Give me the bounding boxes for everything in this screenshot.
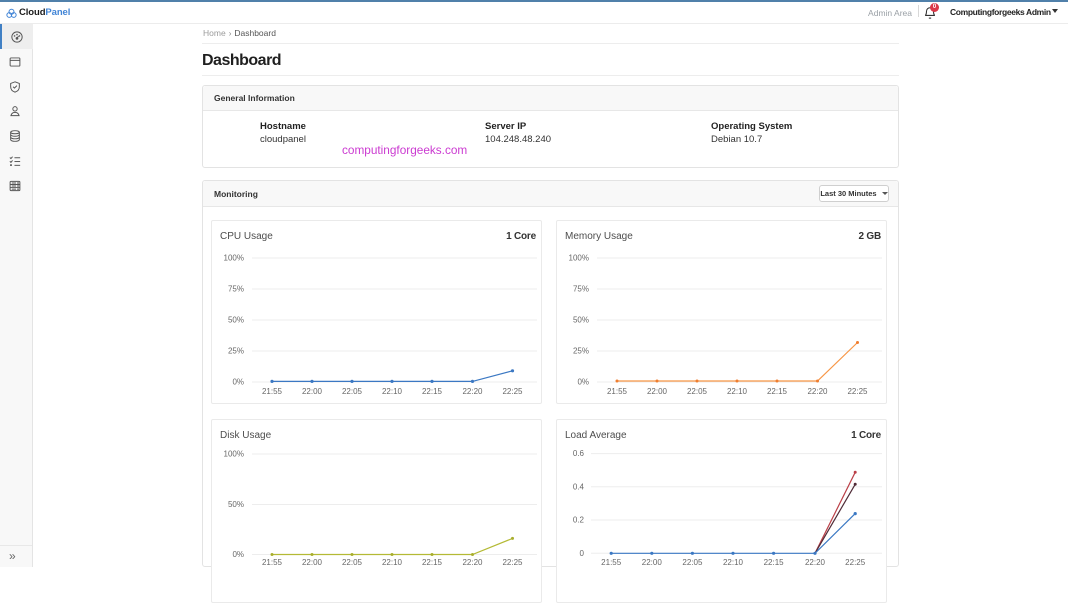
svg-text:22:15: 22:15 xyxy=(767,387,788,396)
svg-text:100%: 100% xyxy=(569,254,589,263)
svg-text:22:10: 22:10 xyxy=(723,558,744,567)
svg-text:22:15: 22:15 xyxy=(422,558,443,567)
svg-text:100%: 100% xyxy=(224,254,244,263)
svg-text:21:55: 21:55 xyxy=(262,387,283,396)
svg-text:0.2: 0.2 xyxy=(573,516,585,525)
svg-text:100%: 100% xyxy=(224,450,244,459)
svg-text:75%: 75% xyxy=(573,285,589,294)
svg-text:22:20: 22:20 xyxy=(462,558,483,567)
svg-text:22:20: 22:20 xyxy=(807,387,828,396)
svg-text:22:25: 22:25 xyxy=(502,558,523,567)
svg-text:0.6: 0.6 xyxy=(573,449,585,458)
svg-text:22:05: 22:05 xyxy=(342,558,363,567)
svg-text:22:10: 22:10 xyxy=(727,387,748,396)
svg-text:25%: 25% xyxy=(228,347,244,356)
svg-text:22:00: 22:00 xyxy=(642,558,663,567)
svg-text:22:10: 22:10 xyxy=(382,558,403,567)
svg-text:50%: 50% xyxy=(573,316,589,325)
svg-text:22:05: 22:05 xyxy=(687,387,708,396)
svg-text:22:05: 22:05 xyxy=(342,387,363,396)
svg-text:22:00: 22:00 xyxy=(647,387,668,396)
svg-text:22:25: 22:25 xyxy=(502,387,523,396)
svg-text:21:55: 21:55 xyxy=(601,558,622,567)
svg-text:22:15: 22:15 xyxy=(764,558,785,567)
svg-text:22:20: 22:20 xyxy=(805,558,826,567)
svg-text:22:05: 22:05 xyxy=(682,558,703,567)
svg-text:25%: 25% xyxy=(573,347,589,356)
svg-text:22:25: 22:25 xyxy=(845,558,866,567)
svg-text:21:55: 21:55 xyxy=(262,558,283,567)
svg-text:75%: 75% xyxy=(228,285,244,294)
svg-text:0.4: 0.4 xyxy=(573,482,585,491)
svg-text:0: 0 xyxy=(580,549,585,558)
svg-text:22:25: 22:25 xyxy=(847,387,868,396)
svg-text:50%: 50% xyxy=(228,500,244,509)
svg-text:22:15: 22:15 xyxy=(422,387,443,396)
svg-text:0%: 0% xyxy=(232,550,244,559)
svg-text:22:00: 22:00 xyxy=(302,387,323,396)
svg-text:50%: 50% xyxy=(228,316,244,325)
svg-text:22:00: 22:00 xyxy=(302,558,323,567)
svg-text:22:10: 22:10 xyxy=(382,387,403,396)
svg-text:21:55: 21:55 xyxy=(607,387,628,396)
svg-text:0%: 0% xyxy=(232,378,244,387)
svg-text:0%: 0% xyxy=(577,378,589,387)
svg-text:22:20: 22:20 xyxy=(462,387,483,396)
